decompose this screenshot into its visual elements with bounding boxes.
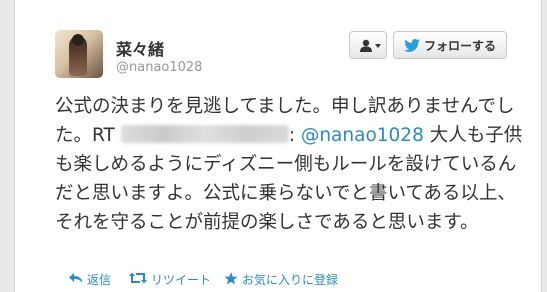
chevron-down-icon xyxy=(375,44,381,48)
star-icon xyxy=(224,272,238,285)
retweet-label: リツイート xyxy=(151,273,212,287)
person-icon xyxy=(360,39,372,52)
user-actions-dropdown[interactable] xyxy=(349,31,387,59)
follow-button[interactable]: フォローする xyxy=(393,31,507,59)
screen-name[interactable]: @nanao1028 xyxy=(116,60,202,75)
twitter-bird-icon xyxy=(404,39,420,52)
tweet-text-colon: : xyxy=(288,125,301,146)
blurred-username xyxy=(120,125,289,143)
tweet-text: 公式の決まりを見逃してました。申し訳ありませんでした。RT : @nanao10… xyxy=(55,92,525,237)
reply-label: 返信 xyxy=(87,273,112,287)
mention-link[interactable]: @nanao1028 xyxy=(301,125,424,146)
reply-icon xyxy=(69,273,83,283)
favorite-label: お気に入りに登録 xyxy=(242,273,339,287)
avatar-head xyxy=(72,34,84,46)
retweet-icon xyxy=(129,272,147,284)
display-name[interactable]: 菜々緒 xyxy=(116,36,164,60)
avatar[interactable] xyxy=(55,30,103,78)
follow-button-label: フォローする xyxy=(424,39,497,53)
tweet-card: 菜々緒 @nanao1028 フォローする 公式の決まりを見逃してました。申し訳… xyxy=(14,0,542,292)
